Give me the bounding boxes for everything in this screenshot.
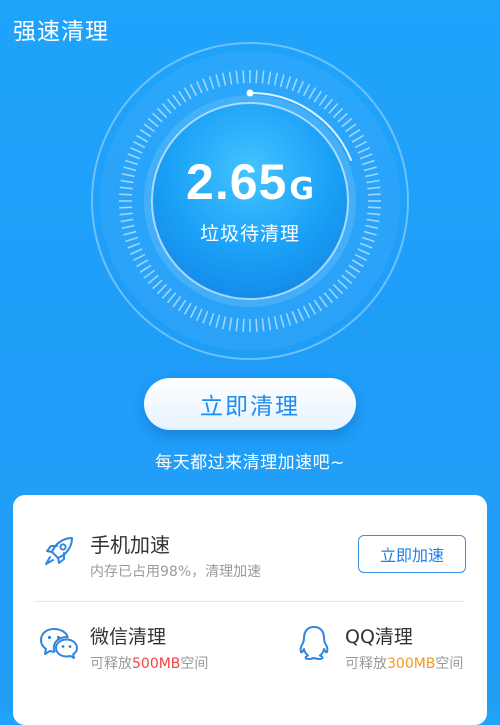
clean-now-button[interactable]: 立即清理 <box>144 378 356 430</box>
speed-up-button[interactable]: 立即加速 <box>358 535 466 573</box>
wechat-clean-subtitle: 可释放500MB空间 <box>90 656 209 672</box>
wechat-clean-title: 微信清理 <box>90 626 167 648</box>
qq-clean-tile[interactable]: QQ清理 可释放300MB空间 <box>293 620 483 680</box>
phone-speed-row: 手机加速 内存已占用98%，清理加速 立即加速 <box>13 495 487 600</box>
divider <box>35 601 465 602</box>
qq-free-amount: 300MB <box>387 656 436 672</box>
junk-size: 2.65G <box>186 157 314 207</box>
junk-size-value: 2.65 <box>186 153 288 210</box>
junk-gauge: 2.65G 垃圾待清理 <box>89 40 411 362</box>
junk-size-unit: G <box>289 171 314 207</box>
wechat-free-amount: 500MB <box>132 656 181 672</box>
qq-clean-subtitle: 可释放300MB空间 <box>345 656 464 672</box>
wechat-icon <box>40 628 78 659</box>
junk-caption: 垃圾待清理 <box>199 222 300 245</box>
tagline: 每天都过来清理加速吧~ <box>155 453 345 473</box>
qq-icon <box>299 626 329 661</box>
gauge-center: 2.65G 垃圾待清理 <box>89 40 411 362</box>
rocket-icon <box>45 537 73 565</box>
wechat-clean-tile[interactable]: 微信清理 可释放500MB空间 <box>38 620 258 680</box>
qq-clean-title: QQ清理 <box>345 626 413 648</box>
phone-speed-subtitle: 内存已占用98%，清理加速 <box>90 564 262 580</box>
feature-card: 手机加速 内存已占用98%，清理加速 立即加速 微信清理 可释放500MB空间 … <box>13 495 487 725</box>
phone-speed-title: 手机加速 <box>90 533 170 557</box>
